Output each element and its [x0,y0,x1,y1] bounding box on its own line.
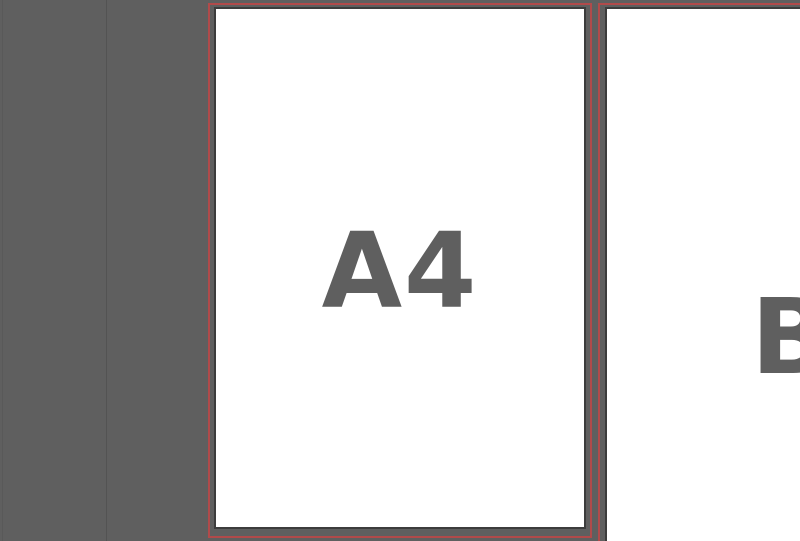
vertical-guide[interactable] [106,0,107,541]
artboard-a4[interactable]: A4 [214,7,586,529]
artboard-label-b: B [751,276,800,398]
vertical-guide[interactable] [2,0,3,541]
artboard-label-a4: A4 [321,210,479,332]
artboard-b[interactable]: B [605,7,800,541]
design-canvas[interactable]: A4 B [0,0,800,541]
